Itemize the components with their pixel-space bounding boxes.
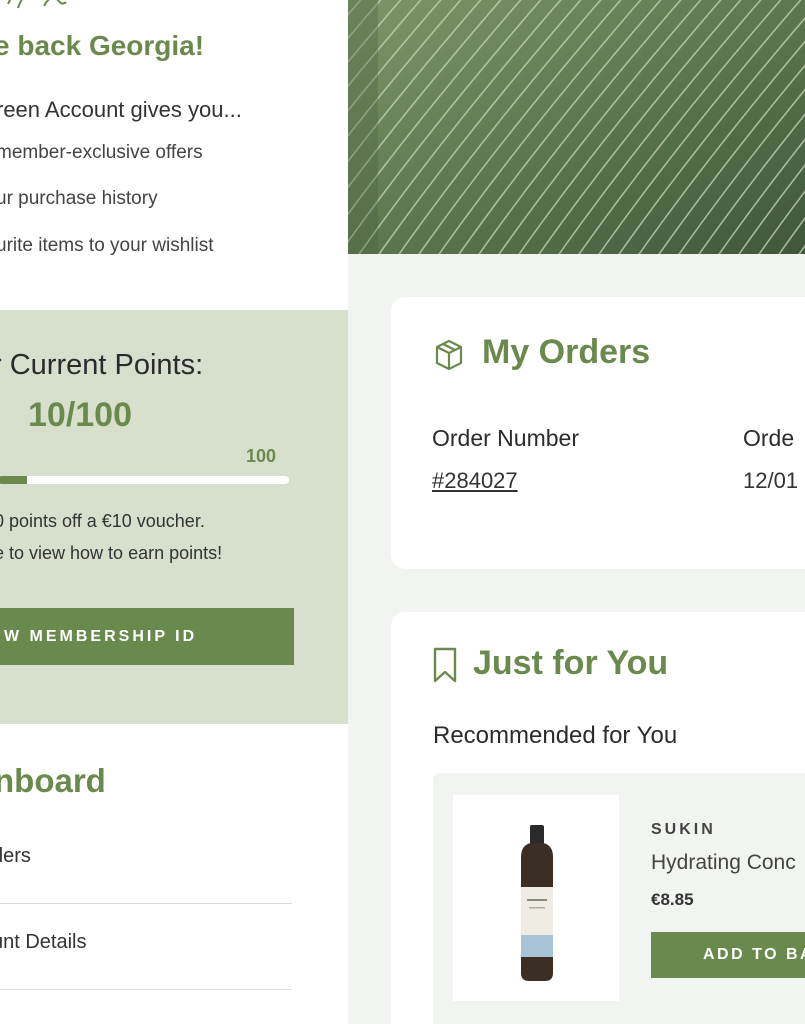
earn-points-link[interactable]: e to view how to earn points!	[0, 543, 222, 564]
just-for-you-card: Just for You Recommended for You SUKIN H…	[391, 612, 805, 1024]
dashboard-item-label: ders	[0, 845, 31, 867]
recommended-heading: Recommended for You	[433, 722, 678, 749]
voucher-note: 0 points off a €10 voucher.	[0, 511, 205, 531]
account-sidebar: e back Georgia! reen Account gives you..…	[0, 0, 348, 1024]
product-name[interactable]: Hydrating Conc	[651, 851, 796, 875]
my-orders-card: My Orders Order Number #284027 Orde 12/0…	[391, 297, 805, 569]
leaf-hero-image	[348, 0, 805, 254]
my-orders-title: My Orders	[482, 333, 651, 371]
main-content: My Orders Order Number #284027 Orde 12/0…	[348, 0, 805, 1024]
order-date-value: 12/01	[743, 468, 799, 493]
product-brand: SUKIN	[651, 821, 716, 838]
dashboard-heading: nboard	[0, 762, 106, 799]
account-benefits-heading: reen Account gives you...	[0, 97, 242, 122]
points-value: 10/100	[28, 396, 132, 434]
bookmark-icon	[433, 647, 457, 683]
points-max-label: 100	[246, 446, 277, 466]
add-to-bag-button[interactable]: ADD TO BA	[651, 932, 805, 978]
dashboard-item-orders[interactable]: ders	[0, 817, 292, 904]
product-price: €8.85	[651, 890, 694, 909]
just-for-you-title: Just for You	[473, 644, 669, 682]
product-card[interactable]: SUKIN Hydrating Conc €8.85 ADD TO BA	[433, 773, 805, 1024]
points-progress-bar	[0, 476, 289, 484]
leaf-logo-icon	[7, 0, 67, 9]
benefit-item: member-exclusive offers	[0, 142, 203, 163]
view-membership-id-button[interactable]: W MEMBERSHIP ID	[0, 608, 294, 665]
order-date-label: Orde	[743, 425, 795, 451]
points-progress-fill	[0, 476, 28, 484]
order-number-label: Order Number	[432, 425, 579, 451]
benefit-item: urite items to your wishlist	[0, 235, 214, 256]
welcome-section: e back Georgia! reen Account gives you..…	[0, 0, 348, 310]
product-image	[453, 795, 619, 1001]
benefit-item: ur purchase history	[0, 188, 158, 209]
welcome-heading: e back Georgia!	[0, 30, 205, 61]
box-icon	[435, 339, 463, 371]
order-number-link[interactable]: #284027	[432, 468, 518, 494]
dashboard-item-label: unt Details	[0, 931, 87, 953]
points-heading: r Current Points:	[0, 349, 204, 381]
dashboard-item-account-details[interactable]: unt Details	[0, 903, 292, 990]
